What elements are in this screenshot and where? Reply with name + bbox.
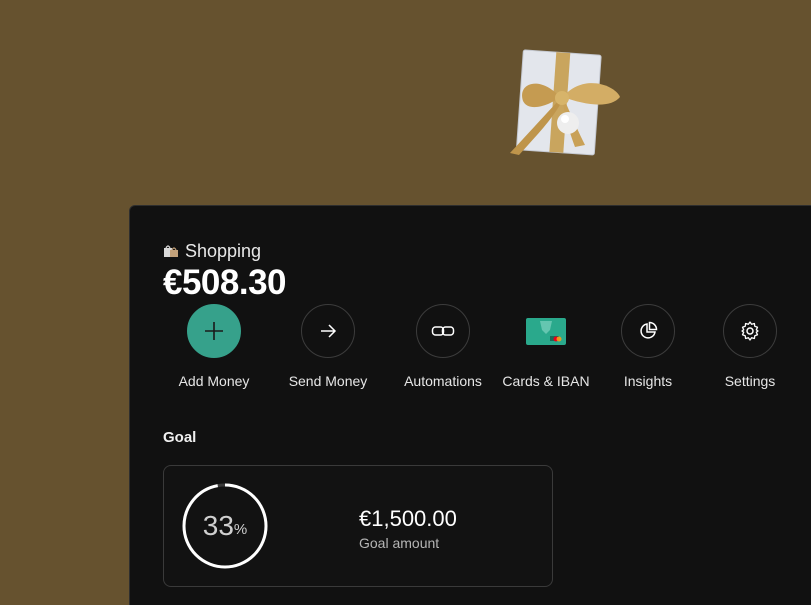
automations-button[interactable]: Automations <box>388 304 498 389</box>
add-money-circle[interactable] <box>187 304 241 358</box>
app-screen: Shopping €508.30 Add Money Send Money Au… <box>0 0 811 605</box>
settings-circle[interactable] <box>723 304 777 358</box>
send-money-circle[interactable] <box>301 304 355 358</box>
goal-amount-label: Goal amount <box>359 535 440 551</box>
space-balance: €508.30 <box>163 263 287 302</box>
space-header: Shopping <box>163 240 261 262</box>
goal-progress-value: 33 <box>202 510 234 541</box>
pie-chart-icon <box>640 321 658 339</box>
automations-circle[interactable] <box>416 304 470 358</box>
goal-progress-text: 33 % <box>182 483 268 569</box>
insights-button[interactable]: Insights <box>593 304 703 389</box>
goal-heading: Goal <box>163 429 197 446</box>
link-icon <box>431 326 455 336</box>
insights-circle[interactable] <box>621 304 675 358</box>
cards-iban-label: Cards & IBAN <box>502 373 590 389</box>
send-money-label: Send Money <box>288 373 368 389</box>
goal-card[interactable]: 33 % €1,500.00 Goal amount <box>163 465 553 587</box>
gear-icon <box>741 321 759 341</box>
card-icon <box>526 317 566 345</box>
insights-label: Insights <box>623 373 673 389</box>
settings-button[interactable]: Settings <box>695 304 805 389</box>
plus-icon <box>205 322 223 340</box>
automations-label: Automations <box>404 373 482 389</box>
send-money-button[interactable]: Send Money <box>273 304 383 389</box>
shopping-bags-icon <box>164 245 178 257</box>
add-money-button[interactable]: Add Money <box>159 304 269 389</box>
goal-amount: €1,500.00 <box>359 506 457 531</box>
goal-progress-unit: % <box>233 520 248 538</box>
arrow-right-icon <box>321 324 337 338</box>
space-name: Shopping <box>185 240 262 261</box>
gift-image <box>510 49 620 156</box>
add-money-label: Add Money <box>178 373 250 389</box>
settings-label: Settings <box>724 373 776 389</box>
cards-iban-circle[interactable] <box>519 304 573 358</box>
cards-iban-button[interactable]: Cards & IBAN <box>491 304 601 389</box>
